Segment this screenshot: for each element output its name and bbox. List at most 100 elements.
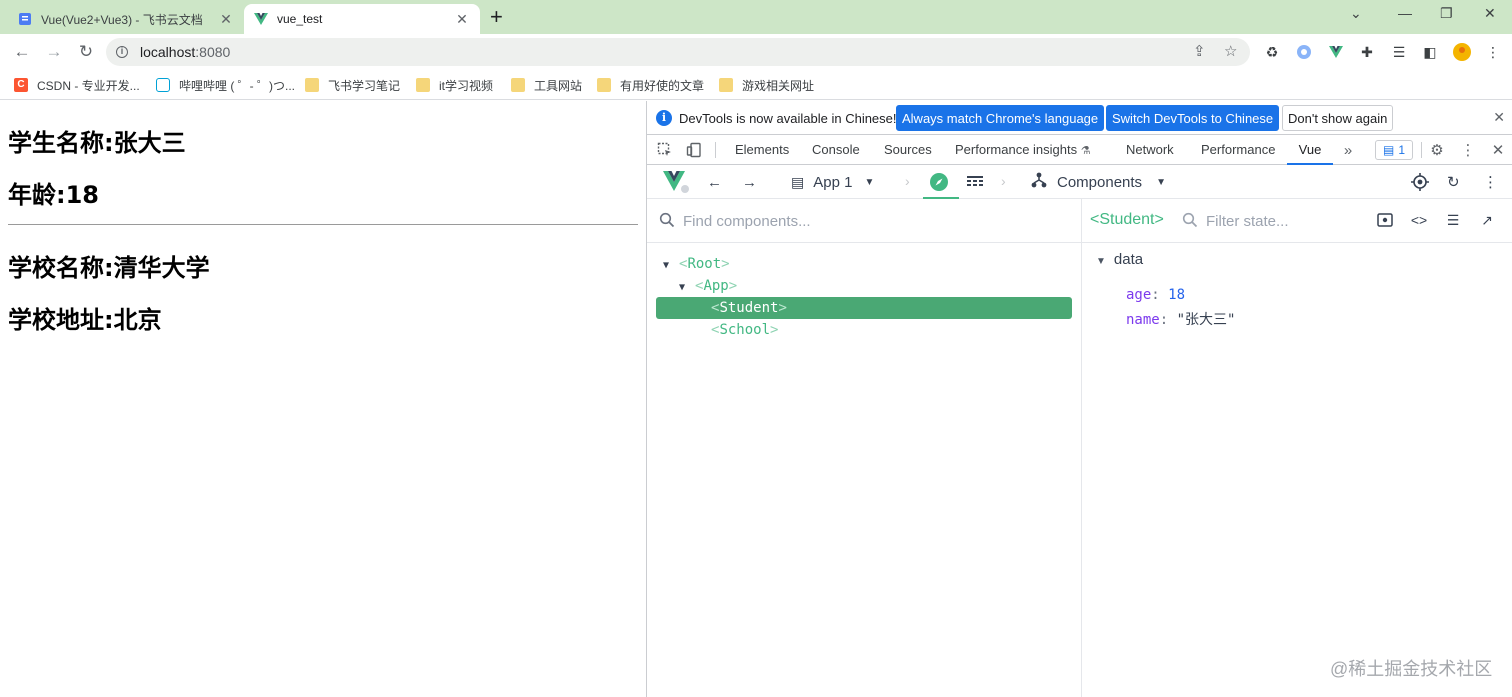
- component-name: School: [719, 322, 771, 338]
- state-row-age[interactable]: age: 18: [1126, 287, 1185, 303]
- view-selector[interactable]: Components ▼: [1031, 165, 1166, 199]
- dont-show-again-button[interactable]: Don't show again: [1282, 105, 1394, 131]
- tab-feishu-doc[interactable]: Vue(Vue2+Vue3) - 飞书云文档 ✕: [8, 4, 244, 34]
- open-in-editor-icon[interactable]: ↗: [1478, 211, 1496, 229]
- search-icon: [1182, 212, 1198, 228]
- extension-globe-icon[interactable]: [1295, 43, 1313, 61]
- restore-icon[interactable]: ❐: [1440, 5, 1453, 22]
- code-brackets-icon[interactable]: <>: [1410, 211, 1428, 229]
- menu-kebab-icon[interactable]: ⋮: [1484, 43, 1502, 61]
- tree-node-root[interactable]: ▼ <Root>: [663, 253, 730, 275]
- share-icon[interactable]: ⇪: [1193, 42, 1206, 60]
- bookmark-game-sites[interactable]: 游戏相关网址: [719, 76, 814, 94]
- tree-node-app[interactable]: ▼ <App>: [679, 275, 737, 297]
- timeline-icon[interactable]: [966, 165, 984, 199]
- bookmark-it-videos[interactable]: it学习视频: [416, 76, 493, 94]
- tab-performance[interactable]: Performance: [1201, 135, 1275, 165]
- expand-triangle-icon[interactable]: ▼: [1096, 256, 1106, 267]
- site-info-icon[interactable]: i: [116, 46, 128, 58]
- chevron-right-icon: ›: [1001, 173, 1006, 189]
- tab-sources[interactable]: Sources: [884, 135, 932, 165]
- inspect-dom-icon[interactable]: ☰: [1444, 211, 1462, 229]
- tab-vue-test[interactable]: vue_test ✕: [244, 4, 480, 34]
- gear-icon[interactable]: ⚙: [1428, 141, 1446, 159]
- new-tab-button[interactable]: +: [490, 5, 503, 29]
- state-section-data[interactable]: ▼ data: [1096, 251, 1143, 268]
- bookmark-bilibili[interactable]: 哔哩哔哩 ( ゜- ゜)つ...: [156, 76, 295, 94]
- folder-icon: [719, 78, 733, 92]
- tag-bracket: >: [721, 256, 730, 272]
- issues-count: 1: [1398, 143, 1406, 157]
- tab-strip: Vue(Vue2+Vue3) - 飞书云文档 ✕ vue_test ✕ + ⌄ …: [0, 0, 1512, 34]
- tab-label: Performance insights: [955, 142, 1078, 157]
- bookmark-feishu-notes[interactable]: 飞书学习笔记: [305, 76, 400, 94]
- expand-triangle-icon[interactable]: ▼: [679, 277, 695, 299]
- state-row-name[interactable]: name: "张大三": [1126, 309, 1235, 329]
- tag-bracket: >: [770, 322, 779, 338]
- bookmarks-bar: C CSDN - 专业开发... 哔哩哔哩 ( ゜- ゜)つ... 飞书学习笔记…: [0, 70, 1512, 100]
- vue-devtools-extension-icon[interactable]: [1327, 43, 1345, 61]
- tab-console[interactable]: Console: [812, 135, 860, 165]
- state-value[interactable]: 18: [1168, 287, 1185, 303]
- pane-splitter[interactable]: [1081, 199, 1082, 697]
- tree-node-student[interactable]: <Student>: [656, 297, 1072, 319]
- inspect-element-icon[interactable]: [656, 141, 674, 159]
- back-arrow-icon[interactable]: ←: [707, 165, 722, 199]
- bookmark-star-icon[interactable]: ☆: [1224, 42, 1237, 60]
- tab-vue[interactable]: Vue: [1287, 135, 1333, 165]
- vue-devtools-toolbar: ← → ▤ App 1 ▼ › › Components ▼ ↻ ⋮: [647, 165, 1512, 199]
- forward-arrow-icon[interactable]: →: [742, 165, 757, 199]
- reload-icon[interactable]: ↻: [74, 40, 98, 64]
- reading-list-icon[interactable]: ☰: [1390, 43, 1408, 61]
- tab-network[interactable]: Network: [1126, 135, 1174, 165]
- issues-icon: ▤: [1382, 143, 1395, 157]
- device-toolbar-icon[interactable]: [685, 141, 703, 159]
- devtools-menu-kebab-icon[interactable]: ⋮: [1459, 141, 1477, 159]
- filter-state-input[interactable]: [1206, 211, 1356, 231]
- more-tabs-chevron-icon[interactable]: »: [1339, 141, 1357, 159]
- close-icon[interactable]: ✕: [454, 11, 470, 28]
- minimize-icon[interactable]: —: [1398, 5, 1412, 21]
- scroll-to-component-eye-icon[interactable]: [1376, 211, 1394, 229]
- forward-arrow-icon[interactable]: →: [42, 40, 66, 64]
- window-close-icon[interactable]: ✕: [1484, 5, 1496, 22]
- find-components-input[interactable]: [683, 211, 1063, 231]
- bookmark-useful-articles[interactable]: 有用好使的文章: [597, 76, 704, 94]
- refresh-icon[interactable]: ↻: [1447, 165, 1460, 199]
- bookmark-tool-sites[interactable]: 工具网站: [511, 76, 582, 94]
- doc-icon: [19, 13, 31, 25]
- tag-bracket: >: [728, 278, 738, 294]
- tree-node-school[interactable]: <School>: [711, 319, 778, 341]
- state-value[interactable]: "张大三": [1177, 312, 1236, 328]
- chevron-down-icon: ▼: [864, 176, 875, 188]
- back-arrow-icon[interactable]: ←: [10, 40, 34, 64]
- bookmark-csdn[interactable]: C CSDN - 专业开发...: [14, 76, 140, 94]
- avatar[interactable]: [1453, 43, 1471, 61]
- state-key: age: [1126, 287, 1152, 303]
- csdn-icon: C: [14, 78, 28, 92]
- vue-menu-kebab-icon[interactable]: ⋮: [1483, 165, 1498, 199]
- issues-badge[interactable]: ▤ 1: [1375, 140, 1413, 160]
- experiment-flask-icon: ⚗: [1080, 145, 1091, 157]
- recycle-extension-icon[interactable]: ♻: [1263, 43, 1281, 61]
- select-component-crosshair-icon[interactable]: [1411, 165, 1429, 199]
- close-icon[interactable]: ✕: [1493, 109, 1505, 126]
- tab-search-icon[interactable]: ⌄: [1350, 5, 1362, 22]
- switch-to-chinese-button[interactable]: Switch DevTools to Chinese: [1106, 105, 1280, 131]
- tab-performance-insights[interactable]: Performance insights ⚗: [955, 135, 1091, 165]
- browser-toolbar: ← → ↻ localhost:8080 i ⇪ ☆ ♻ ✚ ☰ ◧ ⋮: [0, 34, 1512, 70]
- close-icon[interactable]: ✕: [218, 11, 234, 28]
- bookmark-label: 工具网站: [534, 78, 583, 93]
- close-devtools-icon[interactable]: ✕: [1489, 141, 1507, 159]
- components-compass-icon[interactable]: [929, 165, 949, 199]
- vue-logo-icon[interactable]: [663, 165, 689, 199]
- puzzle-extensions-icon[interactable]: ✚: [1358, 43, 1376, 61]
- expand-triangle-icon[interactable]: ▼: [663, 255, 679, 277]
- side-panel-icon[interactable]: ◧: [1421, 43, 1439, 61]
- state-key: name: [1126, 312, 1160, 328]
- selected-component-label: <Student>: [1090, 211, 1164, 228]
- app-selector[interactable]: ▤ App 1 ▼: [791, 165, 874, 199]
- match-language-button[interactable]: Always match Chrome's language: [896, 105, 1105, 131]
- address-bar[interactable]: localhost:8080: [106, 38, 1250, 66]
- tab-elements[interactable]: Elements: [735, 135, 789, 165]
